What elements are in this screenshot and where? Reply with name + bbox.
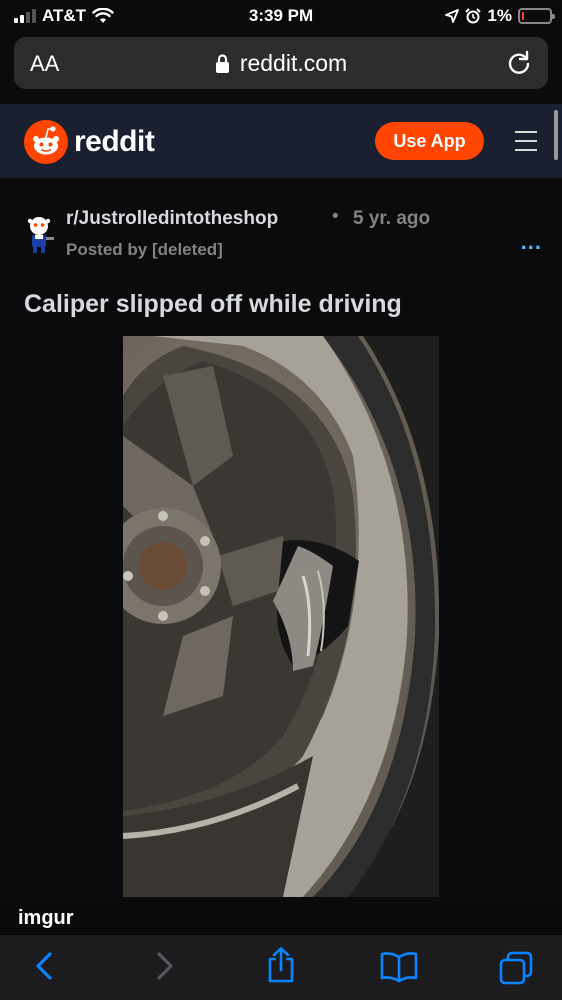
snoo-avatar-icon[interactable] — [22, 213, 56, 257]
subreddit-link[interactable]: r/Justrolledintotheshop — [66, 208, 278, 230]
location-icon — [445, 9, 460, 23]
meta-separator: • — [332, 206, 339, 227]
forward-icon[interactable] — [155, 951, 175, 981]
reddit-header: reddit Use App — [0, 104, 562, 178]
post-image[interactable] — [123, 336, 439, 897]
url-text: reddit.com — [239, 50, 348, 76]
reddit-logo-icon — [24, 120, 68, 164]
address-bar[interactable]: AA reddit.com — [14, 37, 548, 89]
battery-icon — [518, 8, 555, 24]
reddit-logo[interactable]: reddit — [24, 120, 155, 164]
posted-by: Posted by [deleted] — [66, 240, 223, 259]
alarm-icon — [465, 8, 482, 24]
battery-percent: 1% — [487, 6, 512, 25]
lock-icon — [215, 53, 229, 73]
post-header: r/Justrolledintotheshop • 5 yr. ago Post… — [22, 205, 542, 265]
url-display[interactable]: reddit.com — [14, 50, 548, 77]
hamburger-icon[interactable] — [515, 131, 537, 158]
more-options-button[interactable]: ... — [521, 229, 542, 255]
post-age: 5 yr. ago — [353, 208, 431, 229]
bookmarks-icon[interactable] — [380, 951, 418, 983]
use-app-button[interactable]: Use App — [375, 122, 484, 160]
browser-toolbar — [0, 935, 562, 1000]
reddit-wordmark: reddit — [74, 125, 155, 158]
image-source-bar: imgur — [0, 899, 562, 935]
share-icon[interactable] — [266, 947, 296, 983]
scrollbar[interactable] — [554, 110, 558, 160]
back-icon[interactable] — [34, 951, 54, 981]
status-bar: AT&T 3:39 PM 1% — [0, 0, 562, 34]
tabs-icon[interactable] — [499, 951, 533, 985]
damaged-wheel-photo — [123, 336, 439, 897]
image-source-label[interactable]: imgur — [18, 907, 74, 930]
reload-icon[interactable] — [506, 50, 532, 76]
post-title[interactable]: Caliper slipped off while driving — [24, 290, 402, 319]
status-right: 1% — [445, 6, 555, 26]
